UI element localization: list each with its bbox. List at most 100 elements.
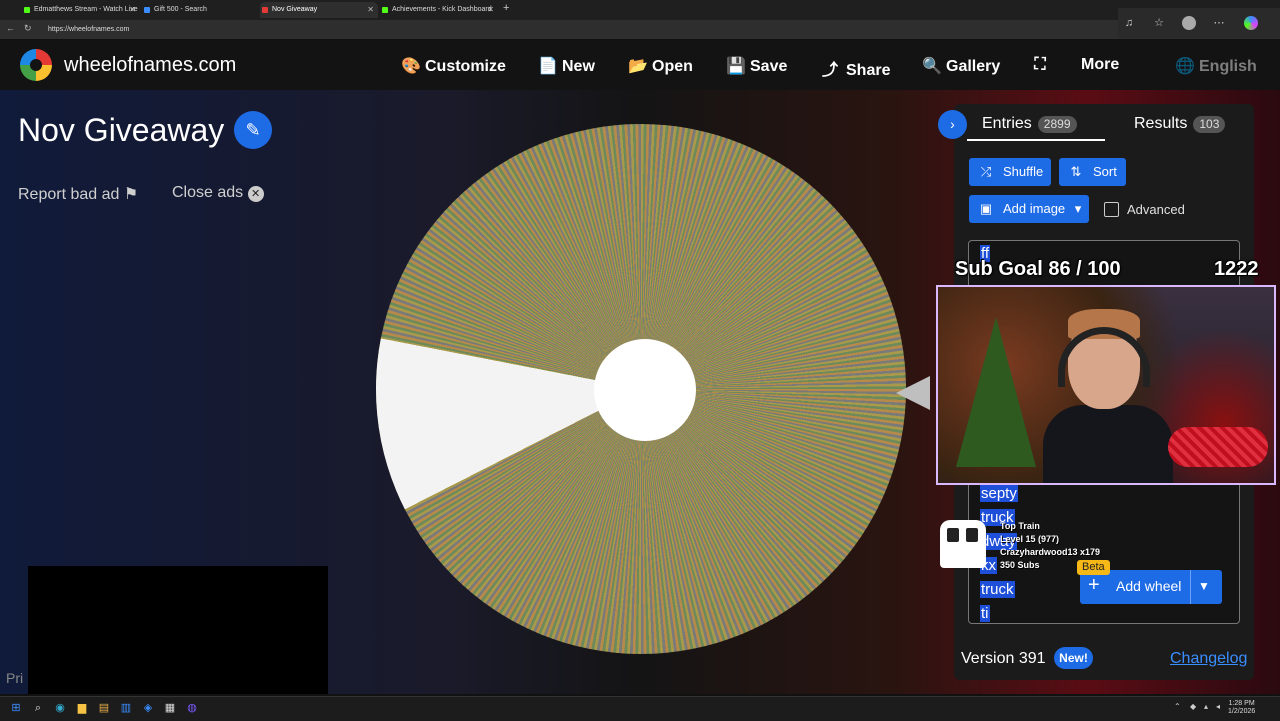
close-tab-icon[interactable]: ✕ [487,2,494,18]
menu-label: Gallery [946,58,1001,75]
new-tab-button[interactable]: + [503,2,509,14]
browser-tab-kick-dashboard[interactable]: Achievements - Kick Dashboard ✕ [380,2,498,18]
tab-entries[interactable]: Entries 2899 [982,115,1077,133]
reload-icon[interactable]: ↻ [24,23,32,34]
menu-label: Share [846,62,891,79]
clock-date: 1/2/2026 [1228,708,1256,715]
chevron-down-icon: ▾ [1074,201,1082,216]
train-subs: 350 Subs [1000,560,1040,570]
site-name[interactable]: wheelofnames.com [64,54,236,77]
add-wheel-label: Add wheel [1116,578,1182,594]
menu-fullscreen[interactable]: ⛶ [1032,56,1056,74]
sort-icon: ⇅ [1070,164,1082,179]
shuffle-icon: ⤮ [980,164,992,179]
store-icon[interactable]: ◈ [142,702,154,714]
privacy-link[interactable]: Pri [6,670,23,686]
tray-app-icon[interactable]: ◆ [1190,702,1196,711]
button-divider [1190,570,1191,604]
folder-icon: 📂 [628,58,648,75]
close-tab-icon[interactable]: ✕ [129,2,136,18]
menu-label: Save [750,58,788,75]
shuffle-label: Shuffle [1003,164,1044,179]
menu-language[interactable]: 🌐 English [1175,56,1257,76]
menu-more[interactable]: More [1081,56,1119,74]
webcam-overlay [936,285,1276,485]
windows-start-icon[interactable]: ⊞ [10,702,22,714]
tab-label: Gift 500 - Search [154,6,207,13]
notepad-icon[interactable]: ▥ [120,702,132,714]
site-logo-icon[interactable] [20,49,52,81]
back-icon[interactable]: ← [6,23,15,33]
christmas-tree [956,317,1036,467]
kick-icon [24,7,30,13]
add-image-button[interactable]: ▣ Add image ▾ [969,195,1089,223]
search-icon: 🔍 [922,58,942,75]
menu-open[interactable]: 📂 Open [628,56,693,76]
discord-icon[interactable]: ◍ [186,702,198,714]
more-options-icon[interactable]: ⋯ [1212,16,1226,30]
menu-new[interactable]: 📄 New [538,56,595,76]
browser-tab-kick-stream[interactable]: Edmatthews Stream - Watch Live ✕ [22,2,140,18]
file-icon: 📄 [538,58,558,75]
advanced-checkbox[interactable] [1104,202,1119,217]
tinsel-decoration [1168,427,1268,467]
tab-results[interactable]: Results 103 [1134,115,1226,133]
image-icon: ▣ [979,201,993,216]
palette-icon: 🎨 [401,58,421,75]
browser-tab-wheel[interactable]: Nov Giveaway ✕ [260,2,378,18]
changelog-link[interactable]: Changelog [1170,650,1247,668]
active-tab-underline [967,139,1105,141]
tab-results-label: Results [1134,115,1188,132]
kick-icon [382,7,388,13]
collapse-panel-button[interactable]: › [938,110,967,139]
menu-share[interactable]: ⤴ Share [822,56,890,80]
edit-title-button[interactable]: ✎ [234,111,272,149]
add-wheel-button[interactable]: + Add wheel ▼ [1080,570,1222,604]
copilot-icon[interactable] [1244,16,1258,30]
menu-customize[interactable]: 🎨 Customize [401,56,506,76]
list-item: ti [980,605,990,622]
report-ad-label: Report bad ad [18,186,120,203]
read-aloud-icon[interactable]: ♫ [1122,16,1136,30]
browser-tab-search[interactable]: Gift 500 - Search [142,2,260,18]
browser-tab-bar: Edmatthews Stream - Watch Live ✕ Gift 50… [0,0,1280,20]
shuffle-button[interactable]: ⤮ Shuffle [969,158,1051,186]
menu-label: Customize [425,58,506,75]
folder-icon[interactable]: ▆ [76,702,88,714]
close-circle-icon: ✕ [247,186,264,202]
train-icon [940,520,986,568]
tray-chevron-icon[interactable]: ⌃ [1174,702,1181,711]
wheel-title: Nov Giveaway [18,112,225,148]
tab-label: Nov Giveaway [272,6,318,13]
file-explorer-icon[interactable]: ▤ [98,702,110,714]
volume-icon[interactable]: ◂ [1216,702,1220,711]
browser-toolbar-right: ♫ ☆ ⋯ [1118,8,1280,38]
clock-time: 1:28 PM [1228,700,1255,707]
search-icon [144,7,150,13]
report-bad-ad-link[interactable]: Report bad ad ⚑ [18,184,138,204]
url-field[interactable]: https://wheelofnames.com [48,23,1108,36]
wheel-center-hub[interactable] [594,339,696,441]
close-ads-link[interactable]: Close ads ✕ [172,184,264,202]
site-header: wheelofnames.com 🎨 Customize 📄 New 📂 Open 💾… [0,40,1280,90]
list-item: truck [980,581,1015,598]
search-icon[interactable]: ⌕ [32,702,44,714]
entries-count-badge: 2899 [1037,116,1077,133]
sort-button[interactable]: ⇅ Sort [1059,158,1126,186]
tab-label: Edmatthews Stream - Watch Live [34,6,138,13]
chevron-down-icon[interactable]: ▼ [1198,579,1210,593]
system-clock[interactable]: 1:28 PM 1/2/2026 [1228,700,1255,716]
close-tab-icon[interactable]: ✕ [367,2,374,18]
close-ads-label: Close ads [172,184,244,201]
menu-save[interactable]: 💾 Save [726,56,787,76]
save-icon: 💾 [726,58,746,75]
menu-gallery[interactable]: 🔍 Gallery [922,56,1000,76]
train-level: Level 15 (977) [1000,534,1060,544]
app-icon[interactable]: ▦ [164,702,176,714]
profile-icon[interactable] [1182,16,1196,30]
network-icon[interactable]: ▴ [1204,702,1208,711]
menu-label: Open [652,58,693,75]
favorites-icon[interactable]: ☆ [1152,16,1166,30]
edge-icon[interactable]: ◉ [54,702,66,714]
wheel-pointer-icon [896,376,930,410]
